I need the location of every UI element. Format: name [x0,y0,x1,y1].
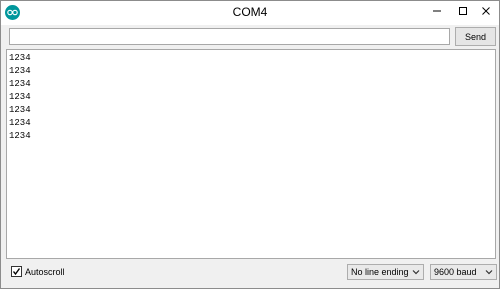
close-button[interactable] [473,1,499,21]
output-line: 1234 [9,79,31,89]
serial-output-area[interactable]: 1234 1234 1234 1234 1234 1234 1234 [6,49,496,259]
chevron-down-icon [485,270,493,275]
checkmark-icon [12,268,21,276]
line-ending-select[interactable]: No line ending [347,264,424,280]
send-button[interactable]: Send [455,27,496,46]
baud-rate-select[interactable]: 9600 baud [430,264,497,280]
output-line: 1234 [9,92,31,102]
minimize-button[interactable] [424,1,450,21]
footer-bar [1,261,499,288]
output-line: 1234 [9,131,31,141]
title-bar[interactable]: COM4 [1,1,499,25]
serial-monitor-window: COM4 Send 1234 1234 1234 1234 1234 1234 1234 [0,0,500,289]
line-ending-value: No line ending [351,267,409,277]
baud-rate-value: 9600 baud [434,267,477,277]
serial-send-input[interactable] [9,28,450,45]
maximize-icon [459,7,467,15]
output-line: 1234 [9,66,31,76]
autoscroll-label: Autoscroll [25,266,65,277]
output-line: 1234 [9,118,31,128]
autoscroll-checkbox[interactable] [11,266,22,277]
chevron-down-icon [412,270,420,275]
autoscroll-toggle[interactable]: Autoscroll [11,265,65,278]
output-line: 1234 [9,53,31,63]
close-icon [482,7,490,15]
minimize-icon [433,10,441,12]
output-line: 1234 [9,105,31,115]
